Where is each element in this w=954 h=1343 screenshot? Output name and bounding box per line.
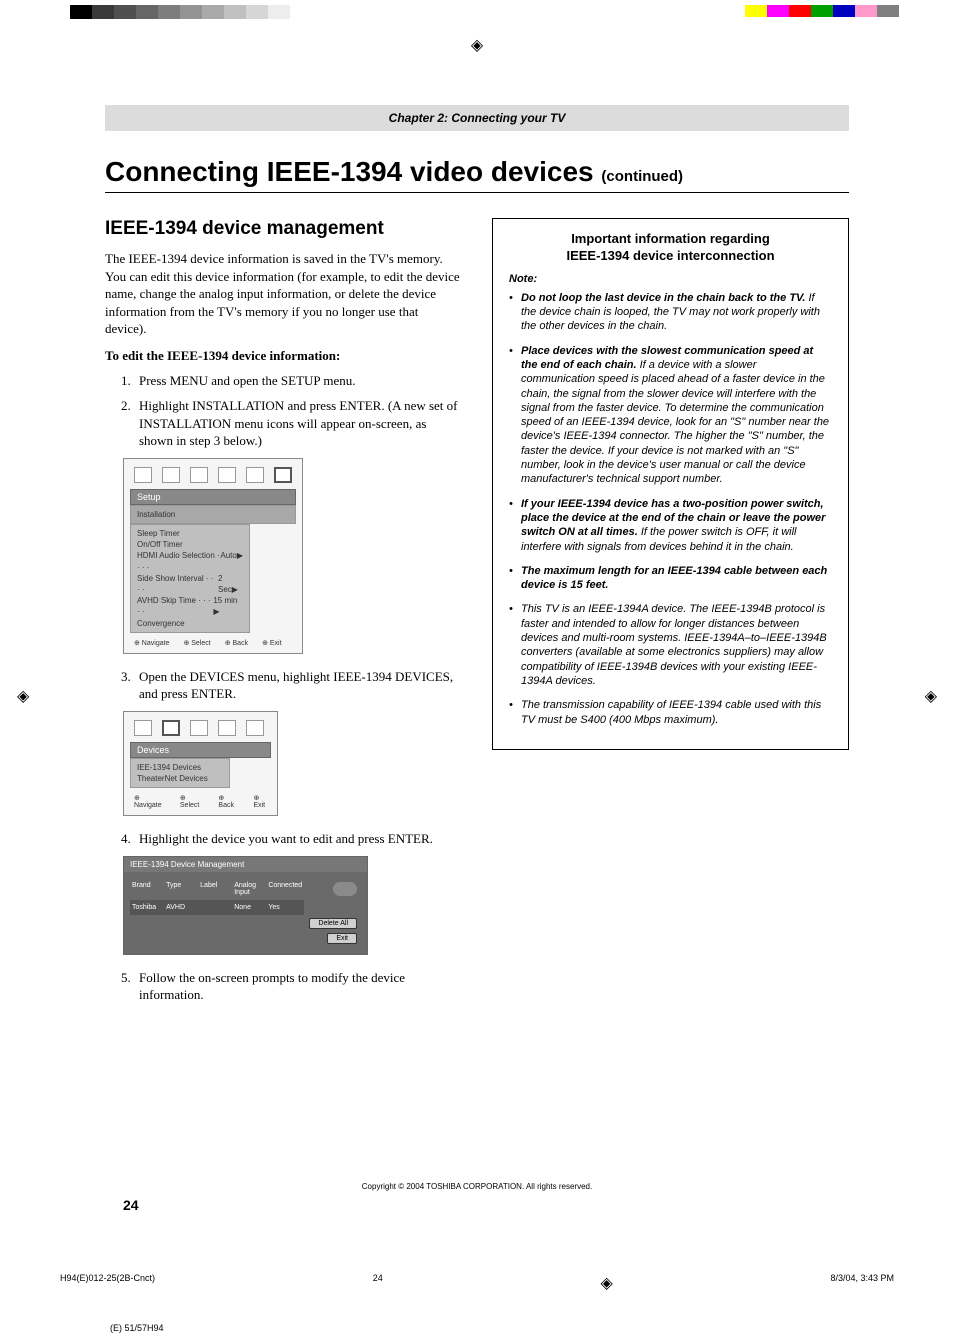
osd-highlighted-row: Installation xyxy=(130,505,296,524)
steps-list: 1.Press MENU and open the SETUP menu. 2.H… xyxy=(105,372,462,450)
osd-tab-icon xyxy=(218,720,236,736)
osd-table-headers: BrandTypeLabelAnalog InputConnected xyxy=(130,878,304,900)
note-item: •If your IEEE-1394 device has a two-posi… xyxy=(509,497,832,554)
registration-marks xyxy=(0,0,954,35)
steps-list: 5.Follow the on-screen prompts to modify… xyxy=(105,969,462,1004)
registration-mark-icon xyxy=(471,35,483,55)
step-item: 2.Highlight INSTALLATION and press ENTER… xyxy=(121,397,462,450)
page-frame: ◈ ◈ Chapter 2: Connecting your TV Connec… xyxy=(55,45,899,1233)
registration-mark-icon: ◈ xyxy=(925,686,937,706)
note-item: •Place devices with the slowest communic… xyxy=(509,344,832,487)
print-timestamp: 8/3/04, 3:43 PM xyxy=(830,1273,894,1293)
osd-tab-icon xyxy=(246,467,264,483)
step-item: 3.Open the DEVICES menu, highlight IEEE-… xyxy=(121,668,462,703)
print-page-num: 24 xyxy=(373,1273,383,1293)
osd-nav-legend: ⊕ Navigate⊕ Select⊕ Back⊕ Exit xyxy=(130,639,296,647)
page-number: 24 xyxy=(123,1197,849,1213)
osd-tab-icon xyxy=(246,720,264,736)
note-item: •The transmission capability of IEEE-139… xyxy=(509,698,832,727)
osd-dialog-title: IEEE-1394 Device Management xyxy=(124,857,367,872)
osd-table-row: ToshibaAVHDNoneYes xyxy=(130,900,304,915)
osd-section-title: Setup xyxy=(130,489,296,505)
osd-tab-icon xyxy=(218,467,236,483)
osd-tab-icon xyxy=(162,467,180,483)
page-footer: Copyright © 2004 TOSHIBA CORPORATION. Al… xyxy=(105,1182,849,1213)
osd-nav-legend: ⊕ Navigate⊕ Select⊕ Back⊕ Exit xyxy=(130,794,271,809)
note-item: •The maximum length for an IEEE-1394 cab… xyxy=(509,564,832,593)
chapter-header: Chapter 2: Connecting your TV xyxy=(105,105,849,131)
intro-paragraph: The IEEE-1394 device information is save… xyxy=(105,250,462,338)
title-main: Connecting IEEE-1394 video devices xyxy=(105,156,601,187)
note-list: •Do not loop the last device in the chai… xyxy=(509,291,832,727)
osd-menu-rows: Sleep TimerOn/Off TimerHDMI Audio Select… xyxy=(130,524,250,633)
osd-section-title: Devices xyxy=(130,742,271,758)
info-box-title: Important information regarding IEEE-139… xyxy=(509,231,832,265)
note-label: Note: xyxy=(509,273,832,285)
scroll-indicator-icon xyxy=(333,882,357,896)
osd-tab-icon xyxy=(190,720,208,736)
info-box: Important information regarding IEEE-139… xyxy=(492,218,849,750)
section-heading: IEEE-1394 device management xyxy=(105,218,462,240)
step-item: 5.Follow the on-screen prompts to modify… xyxy=(121,969,462,1004)
osd-tab-icon xyxy=(134,467,152,483)
title-continued: (continued) xyxy=(601,168,683,185)
note-item: •This TV is an IEEE-1394A device. The IE… xyxy=(509,602,832,688)
page-title: Connecting IEEE-1394 video devices (cont… xyxy=(105,156,849,193)
osd-tab-icon xyxy=(162,720,180,736)
steps-list: 4.Highlight the device you want to edit … xyxy=(105,830,462,848)
copyright-text: Copyright © 2004 TOSHIBA CORPORATION. Al… xyxy=(105,1182,849,1191)
right-column: Important information regarding IEEE-139… xyxy=(492,218,849,1012)
osd-button-column: Delete All Exit xyxy=(305,878,361,948)
page-content: Chapter 2: Connecting your TV Connecting… xyxy=(55,45,899,1233)
osd-tab-icon xyxy=(274,467,292,483)
osd-menu-rows: IEE-1394 DevicesTheaterNet Devices xyxy=(130,758,230,788)
exit-button: Exit xyxy=(327,933,357,944)
step-item: 1.Press MENU and open the SETUP menu. xyxy=(121,372,462,390)
registration-mark-icon: ◈ xyxy=(17,686,29,706)
osd-setup-menu: Setup Installation Sleep TimerOn/Off Tim… xyxy=(123,458,303,654)
steps-list: 3.Open the DEVICES menu, highlight IEEE-… xyxy=(105,668,462,703)
grayscale-swatches xyxy=(70,5,290,19)
osd-device-management: IEEE-1394 Device Management BrandTypeLab… xyxy=(123,856,368,955)
print-job-id: H94(E)012-25(2B-Cnct) xyxy=(60,1273,155,1293)
osd-tab-icon xyxy=(190,467,208,483)
bottom-code: (E) 51/57H94 xyxy=(110,1323,954,1333)
color-swatches xyxy=(745,5,899,17)
delete-all-button: Delete All xyxy=(309,918,357,929)
step-item: 4.Highlight the device you want to edit … xyxy=(121,830,462,848)
edit-instructions-label: To edit the IEEE-1394 device information… xyxy=(105,348,462,364)
registration-mark-icon: ◈ xyxy=(600,1273,612,1293)
left-column: IEEE-1394 device management The IEEE-139… xyxy=(105,218,462,1012)
print-footer: H94(E)012-25(2B-Cnct) 24 ◈ 8/3/04, 3:43 … xyxy=(60,1273,894,1293)
two-column-layout: IEEE-1394 device management The IEEE-139… xyxy=(105,218,849,1012)
osd-tab-icon xyxy=(134,720,152,736)
note-item: •Do not loop the last device in the chai… xyxy=(509,291,832,334)
osd-devices-menu: Devices IEE-1394 DevicesTheaterNet Devic… xyxy=(123,711,278,816)
